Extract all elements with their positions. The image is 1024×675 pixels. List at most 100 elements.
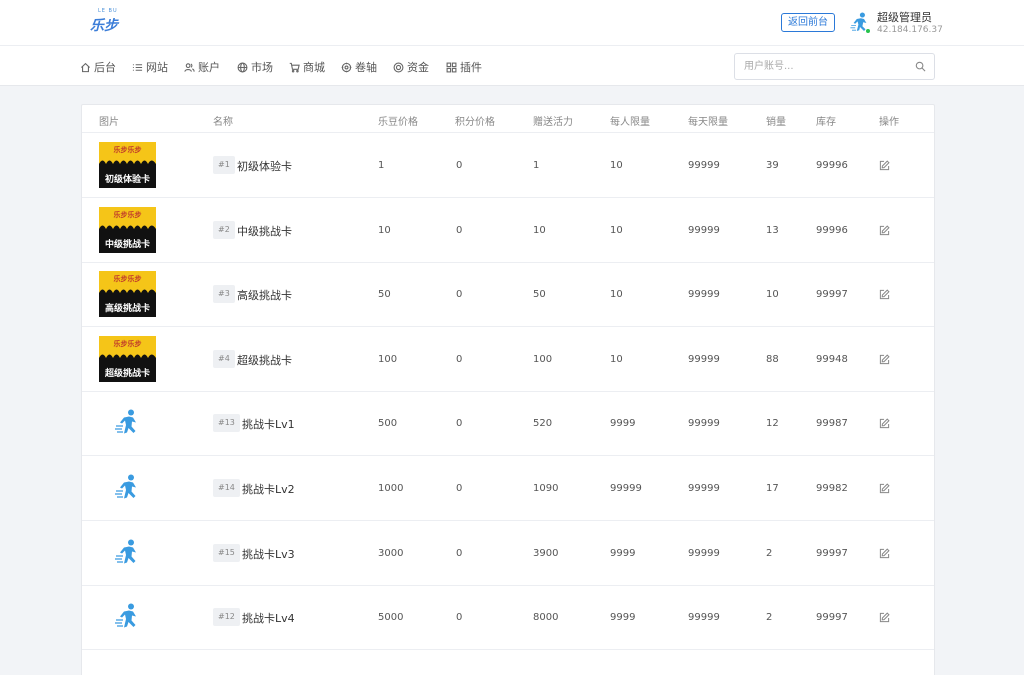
cell-per-day-limit: 99999 (688, 418, 720, 430)
cell-point-price: 0 (456, 289, 463, 301)
nav-item-shop[interactable]: 商城 (289, 59, 325, 75)
item-name: 挑战卡Lv1 (242, 418, 295, 432)
table-row: 乐步乐步 中级挑战卡 #2 中级挑战卡 10 0 10 10 99999 13 99996 (82, 198, 934, 263)
edit-icon[interactable] (879, 224, 890, 236)
cell-point-price: 0 (456, 483, 463, 494)
cell-bean-price: 50 (378, 289, 391, 301)
cell-per-person-limit: 10 (610, 160, 623, 171)
cell-sales: 12 (766, 418, 779, 430)
coin-icon (393, 62, 404, 72)
logo[interactable]: LE BU 乐步 (88, 8, 122, 36)
cell-per-person-limit: 9999 (610, 547, 636, 559)
cell-bean-price: 1 (378, 160, 385, 171)
item-name: 挑战卡Lv3 (242, 547, 295, 561)
cell-stock: 99997 (816, 547, 848, 559)
scroll-icon (341, 62, 352, 72)
cell-sales: 88 (766, 353, 779, 365)
card-image-label: 高级挑战卡 (104, 304, 150, 315)
table-row: 乐步乐步 初级体验卡 #1 初级体验卡 1 0 1 10 99999 39 99996 (82, 133, 934, 198)
item-name: 中级挑战卡 (237, 224, 292, 238)
search-icon[interactable] (915, 61, 926, 72)
header-per-day-limit: 每天限量 (688, 117, 728, 128)
cell-point-price: 0 (456, 353, 463, 365)
cell-sales: 2 (766, 612, 773, 624)
card-image-label: 超级挑战卡 (104, 368, 150, 379)
edit-icon[interactable] (879, 160, 890, 171)
table-row: #12 挑战卡Lv4 5000 0 8000 9999 99999 2 99997 (82, 585, 934, 651)
online-status-dot (865, 28, 871, 34)
product-table: 图片 名称 乐豆价格 积分价格 赠送活力 每人限量 每天限量 销量 库存 操作 … (81, 104, 935, 675)
cell-vitality: 3900 (533, 547, 559, 559)
header-point-price: 积分价格 (455, 117, 495, 128)
card-image-top-text: 乐步乐步 (113, 275, 142, 284)
id-badge: #14 (213, 479, 240, 497)
list-icon (132, 63, 143, 71)
card-image-top-text: 乐步乐步 (113, 146, 142, 154)
nav-item-account[interactable]: 账户 (184, 59, 220, 75)
item-name: 高级挑战卡 (237, 289, 292, 303)
home-icon (80, 62, 91, 72)
cell-per-person-limit: 99999 (610, 483, 642, 494)
cell-stock: 99996 (816, 224, 848, 236)
runner-icon (115, 539, 136, 564)
nav-item-scroll[interactable]: 卷轴 (341, 59, 377, 75)
cell-vitality: 50 (533, 289, 546, 301)
card-image-label: 中级挑战卡 (104, 239, 150, 250)
cell-per-person-limit: 10 (610, 224, 623, 236)
card-wave-pattern (99, 160, 156, 171)
card-image: 乐步乐步 初级体验卡 (99, 142, 156, 188)
id-badge: #4 (213, 349, 235, 368)
cell-sales: 10 (766, 289, 779, 301)
header-bean-price: 乐豆价格 (378, 117, 418, 128)
card-image: 乐步乐步 超级挑战卡 (99, 335, 156, 382)
card-wave-pattern (99, 225, 156, 236)
cell-bean-price: 10 (378, 224, 391, 236)
cell-per-day-limit: 99999 (688, 160, 720, 171)
edit-icon[interactable] (879, 289, 890, 300)
nav-item-backend[interactable]: 后台 (80, 59, 116, 75)
nav-item-label: 商城 (303, 61, 325, 74)
search-input[interactable] (744, 54, 904, 79)
nav-item-market[interactable]: 市场 (237, 59, 273, 75)
cell-per-day-limit: 99999 (688, 547, 720, 559)
cell-stock: 99987 (816, 418, 848, 430)
cell-vitality: 8000 (533, 612, 559, 624)
card-wave-pattern (99, 289, 156, 301)
id-badge: #13 (213, 414, 240, 433)
table-row: 乐步乐步 超级挑战卡 #4 超级挑战卡 100 0 100 10 99999 88 99948 (82, 327, 934, 392)
cell-per-day-limit: 99999 (688, 224, 720, 236)
grid-icon (446, 62, 457, 72)
card-wave-pattern (99, 354, 156, 365)
header-sales: 销量 (766, 117, 786, 128)
edit-icon[interactable] (879, 418, 890, 429)
cell-vitality: 100 (533, 353, 553, 365)
cell-bean-price: 100 (378, 353, 398, 365)
runner-icon (115, 474, 136, 499)
cell-vitality: 10 (533, 224, 546, 236)
id-badge: #12 (213, 608, 240, 627)
header-image: 图片 (99, 117, 119, 128)
edit-icon[interactable] (879, 483, 890, 494)
back-to-frontend-button[interactable]: 返回前台 (781, 13, 835, 32)
runner-icon (115, 603, 136, 628)
cart-icon (289, 62, 300, 72)
nav-item-website[interactable]: 网站 (132, 59, 168, 75)
id-badge: #2 (213, 220, 235, 239)
nav-item-plugins[interactable]: 插件 (446, 59, 482, 75)
nav-item-label: 卷轴 (355, 61, 377, 74)
cell-point-price: 0 (456, 418, 463, 430)
cell-stock: 99997 (816, 289, 848, 301)
header-actions: 操作 (879, 117, 899, 128)
nav-item-funds[interactable]: 资金 (393, 59, 429, 75)
user-name[interactable]: 超级管理员 (877, 9, 932, 25)
id-badge: #3 (213, 285, 235, 304)
cell-per-person-limit: 10 (610, 289, 623, 301)
edit-icon[interactable] (879, 547, 890, 559)
cell-per-day-limit: 99999 (688, 353, 720, 365)
globe-icon (237, 62, 248, 72)
cell-per-day-limit: 99999 (688, 612, 720, 624)
edit-icon[interactable] (879, 354, 890, 365)
header-per-person-limit: 每人限量 (610, 117, 650, 128)
edit-icon[interactable] (879, 612, 890, 623)
nav-item-label: 网站 (146, 61, 168, 74)
